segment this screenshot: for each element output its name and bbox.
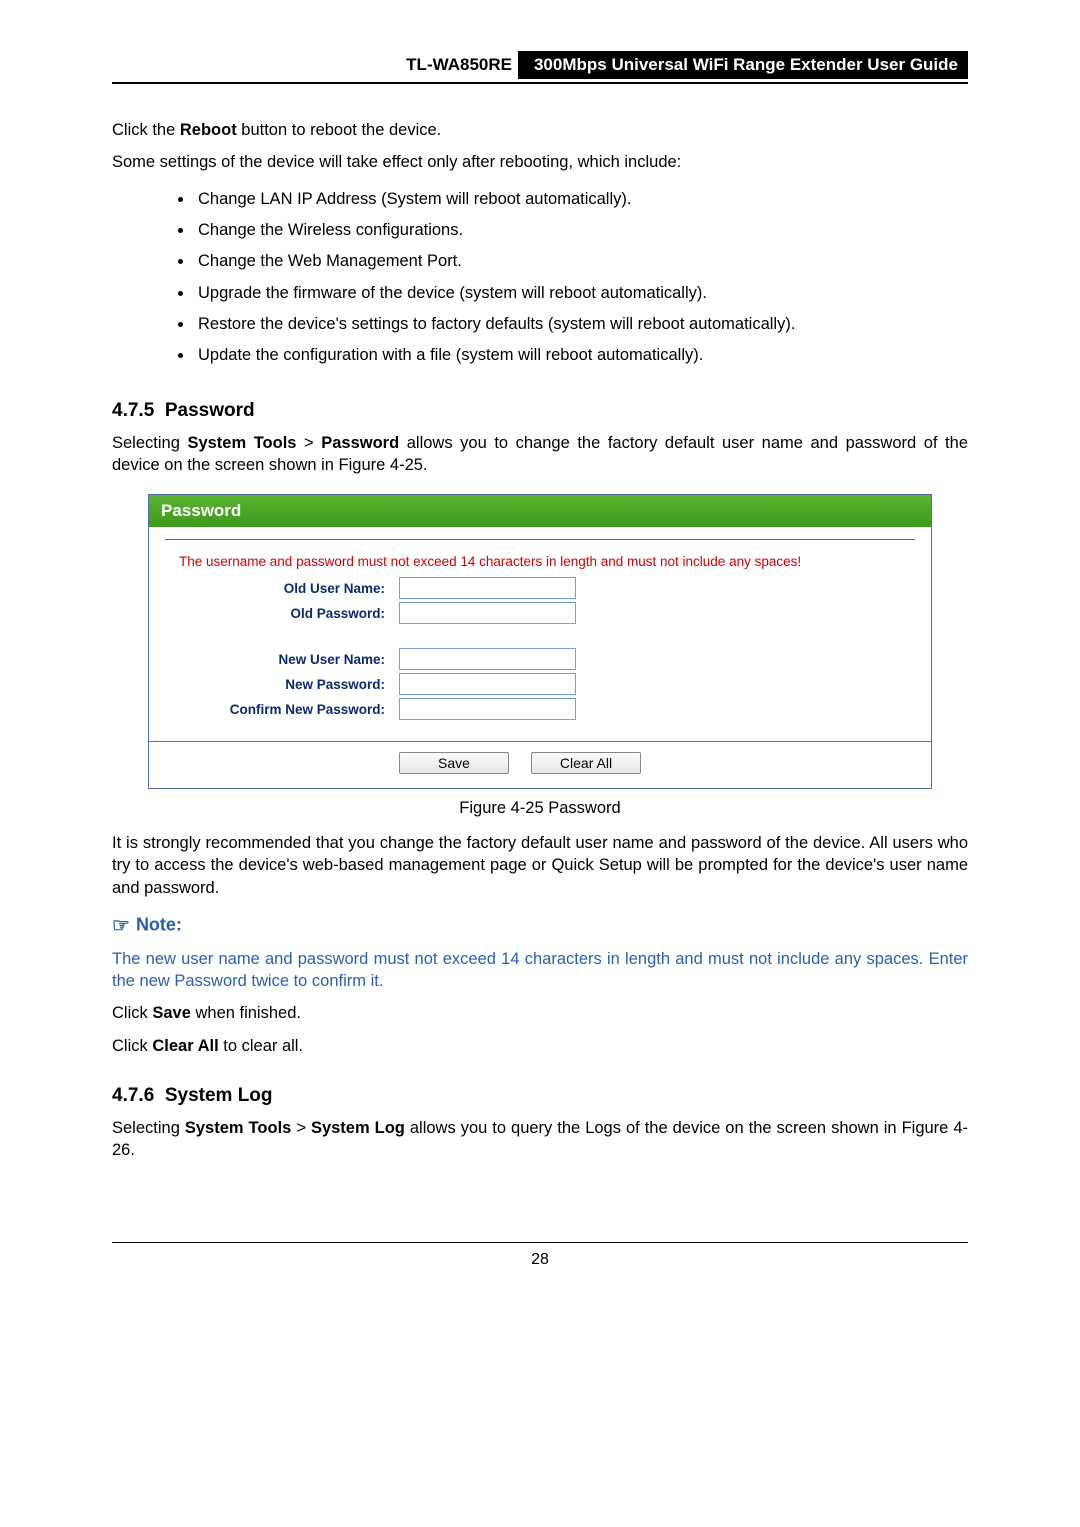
bold-system-tools-2: System Tools [185,1119,291,1137]
figure-4-25: Password The username and password must … [148,494,932,818]
section-number: 4.7.5 [112,400,154,421]
row-old-pass: Old Password: [165,602,915,624]
header-title: 300Mbps Universal WiFi Range Extender Us… [518,51,968,79]
paragraph-click-save: Click Save when finished. [112,1002,968,1024]
paragraph-recommend: It is strongly recommended that you chan… [112,832,968,899]
paragraph-settings-intro: Some settings of the device will take ef… [112,151,968,173]
panel-title: Password [149,495,931,527]
section-heading-475: 4.7.5 Password [112,400,968,422]
clear-all-button[interactable]: Clear All [531,752,641,774]
bold-clear-all: Clear All [152,1037,218,1055]
label-confirm-pass: Confirm New Password: [165,702,385,717]
bold-system-log: System Log [311,1119,405,1137]
row-old-user: Old User Name: [165,577,915,599]
section-title: System Log [165,1085,273,1106]
page-number: 28 [112,1251,968,1269]
section-title: Password [165,400,255,421]
header-bar: TL-WA850RE 300Mbps Universal WiFi Range … [292,50,968,80]
bold-system-tools: System Tools [187,434,296,452]
new-user-input[interactable] [399,648,576,670]
list-item: Upgrade the firmware of the device (syst… [194,278,968,309]
bold-password: Password [321,434,399,452]
figure-panel: Password The username and password must … [148,494,932,789]
bold-reboot: Reboot [180,121,237,139]
list-item: Restore the device's settings to factory… [194,309,968,340]
paragraph-click-clear: Click Clear All to clear all. [112,1035,968,1057]
row-confirm-pass: Confirm New Password: [165,698,915,720]
label-old-pass: Old Password: [165,606,385,621]
panel-button-row: Save Clear All [149,741,931,788]
label-new-user: New User Name: [165,652,385,667]
label-old-user: Old User Name: [165,581,385,596]
reboot-list: Change LAN IP Address (System will reboo… [112,184,968,372]
list-item: Change the Wireless configurations. [194,215,968,246]
header-model: TL-WA850RE [400,55,518,75]
note-heading: ☞Note: [112,913,968,938]
header-rule [112,82,968,84]
figure-caption: Figure 4-25 Password [148,799,932,818]
list-item: Change the Web Management Port. [194,246,968,277]
note-hand-icon: ☞ [112,913,130,938]
panel-warning: The username and password must not excee… [179,554,915,569]
section-number: 4.7.6 [112,1085,154,1106]
row-new-user: New User Name: [165,648,915,670]
confirm-pass-input[interactable] [399,698,576,720]
paragraph-475-intro: Selecting System Tools > Password allows… [112,432,968,477]
paragraph-476-intro: Selecting System Tools > System Log allo… [112,1117,968,1162]
footer-rule [112,1242,968,1243]
bold-save: Save [152,1004,191,1022]
row-new-pass: New Password: [165,673,915,695]
body-content: Click the Reboot button to reboot the de… [112,119,968,1162]
new-pass-input[interactable] [399,673,576,695]
old-user-input[interactable] [399,577,576,599]
paragraph-reboot: Click the Reboot button to reboot the de… [112,119,968,141]
note-text: The new user name and password must not … [112,948,968,993]
list-item: Update the configuration with a file (sy… [194,340,968,371]
section-heading-476: 4.7.6 System Log [112,1085,968,1107]
old-pass-input[interactable] [399,602,576,624]
list-item: Change LAN IP Address (System will reboo… [194,184,968,215]
panel-divider [165,539,915,540]
save-button[interactable]: Save [399,752,509,774]
label-new-pass: New Password: [165,677,385,692]
